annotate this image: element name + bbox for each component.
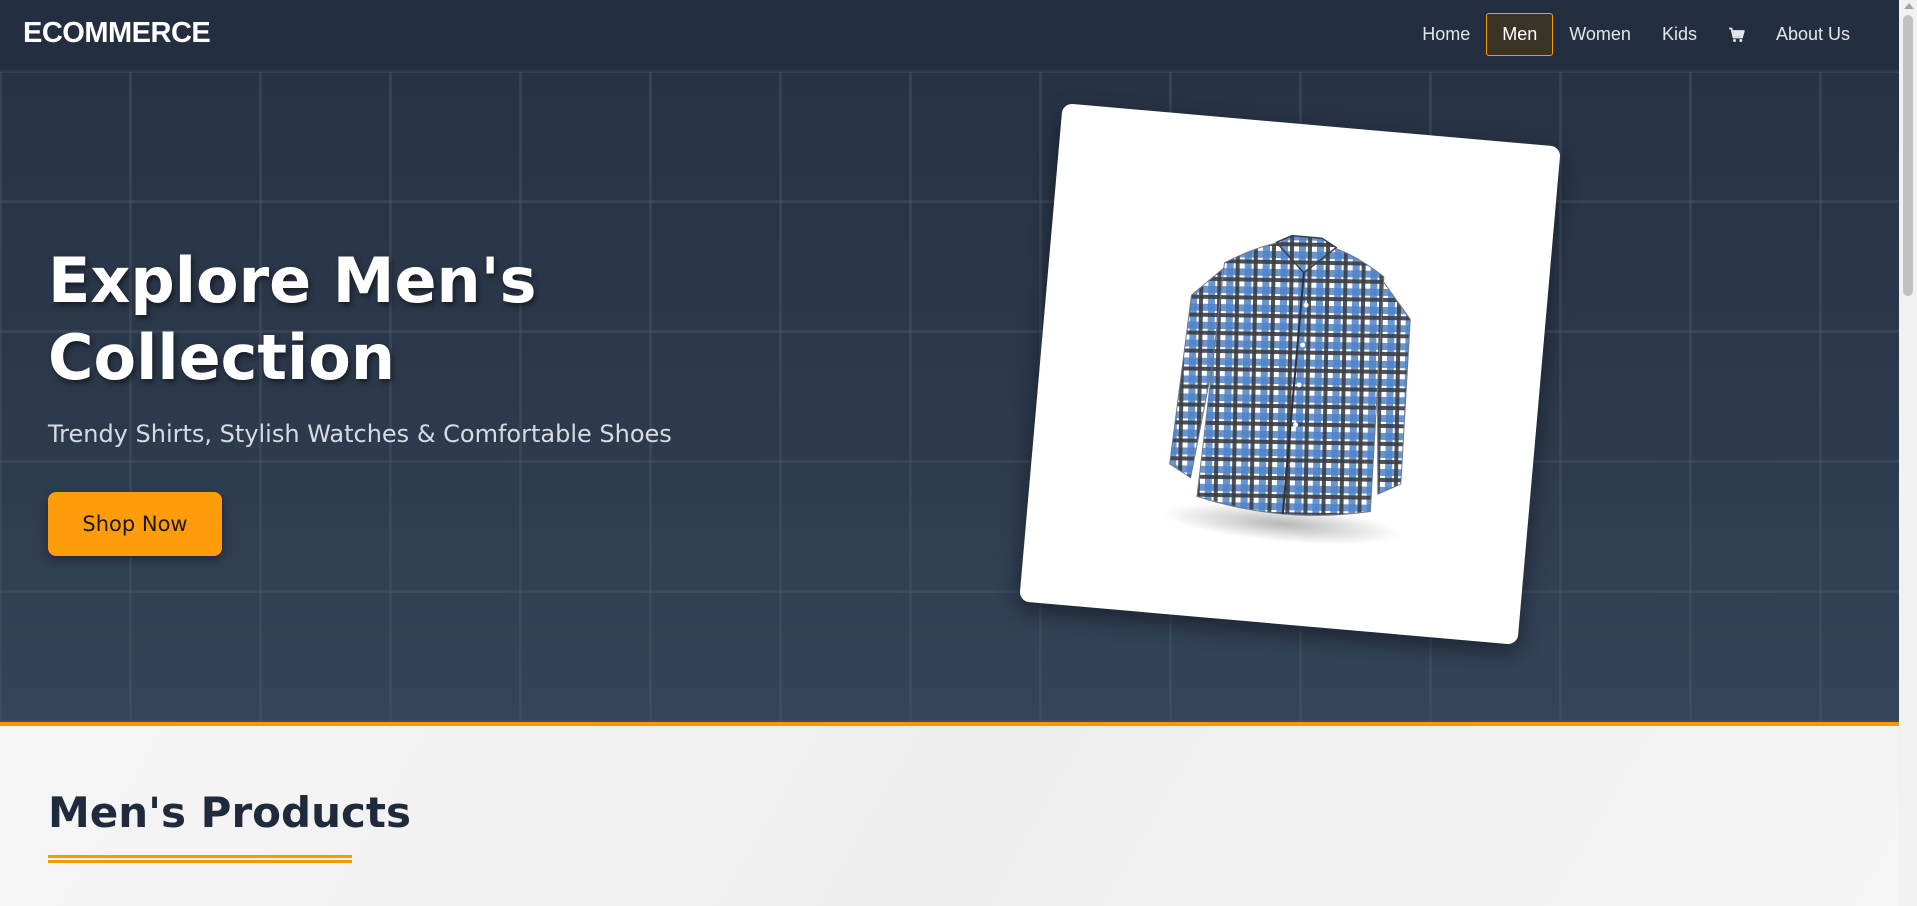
hero-section: Explore Men's Collection Trendy Shirts, … bbox=[0, 72, 1899, 722]
products-title: Men's Products bbox=[48, 788, 411, 837]
page-scrollbar[interactable] bbox=[1899, 0, 1917, 906]
scrollbar-thumb[interactable] bbox=[1903, 15, 1913, 296]
nav-home[interactable]: Home bbox=[1407, 13, 1485, 56]
nav-cart[interactable] bbox=[1713, 13, 1760, 56]
products-title-underline bbox=[48, 855, 352, 863]
hero-grid-background bbox=[0, 72, 1899, 722]
hero-title: Explore Men's Collection bbox=[48, 244, 537, 394]
main-nav: Home Men Women Kids About Us bbox=[1406, 13, 1865, 56]
nav-women[interactable]: Women bbox=[1554, 13, 1646, 56]
scroll-up-arrow-icon[interactable] bbox=[1904, 3, 1914, 9]
page: ECOMMERCE Home Men Women Kids About Us E… bbox=[0, 0, 1899, 906]
nav-kids[interactable]: Kids bbox=[1647, 13, 1712, 56]
navbar: ECOMMERCE Home Men Women Kids About Us bbox=[0, 0, 1899, 72]
plaid-shirt-image bbox=[1162, 234, 1411, 545]
nav-about[interactable]: About Us bbox=[1761, 13, 1865, 56]
hero-product-image bbox=[1019, 103, 1561, 645]
hero-subtitle: Trendy Shirts, Stylish Watches & Comfort… bbox=[48, 420, 672, 448]
products-section: Men's Products bbox=[0, 726, 1899, 906]
shop-now-button[interactable]: Shop Now bbox=[48, 492, 222, 556]
brand-logo[interactable]: ECOMMERCE bbox=[23, 17, 211, 50]
nav-men[interactable]: Men bbox=[1486, 13, 1554, 56]
cart-icon bbox=[1728, 27, 1745, 42]
